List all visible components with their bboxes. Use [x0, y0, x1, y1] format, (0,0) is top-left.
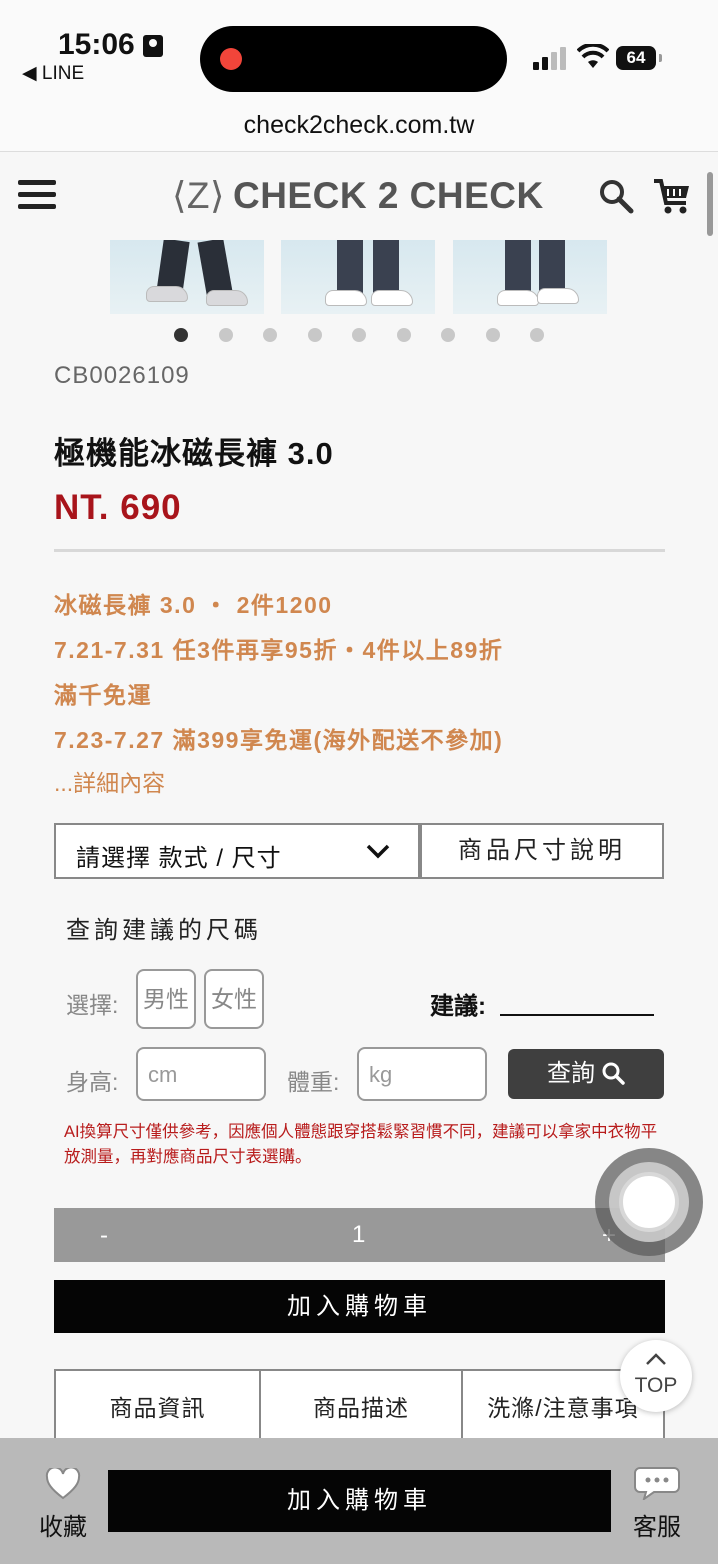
weight-label: 體重:	[287, 1069, 340, 1095]
product-thumbnail[interactable]	[453, 240, 607, 314]
battery-indicator: 64	[616, 46, 662, 70]
recording-indicator-icon	[220, 48, 242, 70]
site-header: ⟨Z⟩ CHECK 2 CHECK	[0, 152, 718, 240]
cellular-signal-icon	[533, 46, 567, 70]
gallery-dot[interactable]	[308, 328, 322, 342]
cart-icon[interactable]	[652, 176, 692, 216]
gallery-dot[interactable]	[352, 328, 366, 342]
page-scrollbar[interactable]	[707, 172, 713, 236]
back-to-top-button[interactable]: TOP	[620, 1340, 692, 1412]
promotion-line: 7.21-7.31 任3件再享95折・4件以上89折	[54, 637, 504, 663]
quantity-value[interactable]: 1	[352, 1221, 365, 1249]
focus-mode-icon	[143, 35, 163, 57]
query-button-label: 查詢	[547, 1060, 595, 1087]
back-to-top-label: TOP	[634, 1374, 678, 1397]
quantity-stepper: - 1 +	[54, 1208, 665, 1262]
variant-select-value: 請選擇 款式 / 尺寸	[76, 845, 282, 872]
bottom-action-bar: 收藏 加入購物車 客服	[0, 1438, 718, 1564]
size-query-title: 查詢建議的尺碼	[66, 917, 262, 944]
gender-male-button[interactable]: 男性	[136, 969, 196, 1029]
gallery-dot[interactable]	[441, 328, 455, 342]
promotion-line: 7.23-7.27 滿399享免運(海外配送不參加)	[54, 727, 504, 753]
brand-logo[interactable]: ⟨Z⟩ CHECK 2 CHECK	[172, 174, 544, 217]
product-sku: CB0026109	[54, 362, 190, 389]
gender-female-button[interactable]: 女性	[204, 969, 264, 1029]
logo-text: CHECK 2 CHECK	[232, 175, 544, 216]
address-bar[interactable]: check2check.com.tw	[0, 100, 718, 152]
size-guide-button[interactable]: 商品尺寸說明	[420, 823, 664, 879]
gallery-dot[interactable]	[174, 328, 188, 342]
url-text: check2check.com.tw	[243, 111, 475, 139]
customer-service-button[interactable]: 客服	[622, 1466, 692, 1542]
gallery-dot[interactable]	[263, 328, 277, 342]
gallery-dot[interactable]	[397, 328, 411, 342]
suggestion-label: 建議:	[430, 993, 486, 1020]
promotion-line: 滿千免運	[54, 682, 152, 708]
favorite-button[interactable]: 收藏	[30, 1466, 96, 1542]
suggestion-result	[500, 1014, 654, 1016]
add-to-cart-button[interactable]: 加入購物車	[54, 1280, 665, 1333]
gallery-dot[interactable]	[486, 328, 500, 342]
bottom-add-to-cart-button[interactable]: 加入購物車	[108, 1470, 611, 1532]
chevron-down-icon	[366, 844, 390, 859]
size-query-button[interactable]: 查詢	[508, 1049, 664, 1099]
product-price: NT. 690	[54, 488, 182, 527]
chat-bubble-icon	[634, 1467, 680, 1502]
logo-mark-icon: ⟨Z⟩	[172, 175, 225, 216]
height-label: 身高:	[66, 1069, 119, 1095]
product-name: 極機能冰磁長褲 3.0	[54, 436, 334, 471]
tab-product-description[interactable]: 商品描述	[259, 1371, 461, 1441]
gallery-dot[interactable]	[219, 328, 233, 342]
product-image-gallery[interactable]	[110, 240, 610, 314]
search-icon[interactable]	[598, 178, 634, 214]
menu-icon[interactable]	[18, 180, 56, 210]
quantity-decrease-button[interactable]: -	[100, 1222, 108, 1250]
gallery-dot[interactable]	[530, 328, 544, 342]
search-icon	[602, 1062, 625, 1085]
size-disclaimer: AI換算尺寸僅供參考，因應個人體態跟穿搭鬆緊習慣不同，建議可以拿家中衣物平放測量…	[64, 1123, 658, 1166]
favorite-label: 收藏	[39, 1514, 87, 1541]
status-time: 15:06	[58, 28, 135, 61]
divider	[54, 549, 665, 552]
wifi-icon	[577, 44, 609, 68]
gender-label: 選擇:	[66, 992, 119, 1018]
dynamic-island	[200, 26, 507, 92]
chevron-up-icon	[646, 1353, 666, 1365]
product-thumbnail[interactable]	[281, 240, 435, 314]
weight-input[interactable]: kg	[357, 1047, 487, 1101]
gallery-pagination	[0, 328, 718, 344]
height-input[interactable]: cm	[136, 1047, 266, 1101]
tab-product-info[interactable]: 商品資訊	[56, 1371, 259, 1441]
back-to-app-link[interactable]: ◀ LINE	[22, 62, 84, 85]
promotion-line: 冰磁長褲 3.0 ・ 2件1200	[54, 592, 333, 618]
customer-service-label: 客服	[633, 1514, 681, 1541]
status-bar: 15:06 ◀ LINE 64	[0, 0, 718, 100]
heart-icon	[45, 1466, 81, 1500]
assistive-touch-button[interactable]	[595, 1148, 703, 1256]
variant-size-select[interactable]: 請選擇 款式 / 尺寸	[54, 823, 420, 879]
product-info-tabs: 商品資訊 商品描述 洗滌/注意事項	[54, 1369, 665, 1441]
product-thumbnail[interactable]	[110, 240, 264, 314]
promotion-details-link[interactable]: ...詳細內容	[54, 764, 165, 798]
